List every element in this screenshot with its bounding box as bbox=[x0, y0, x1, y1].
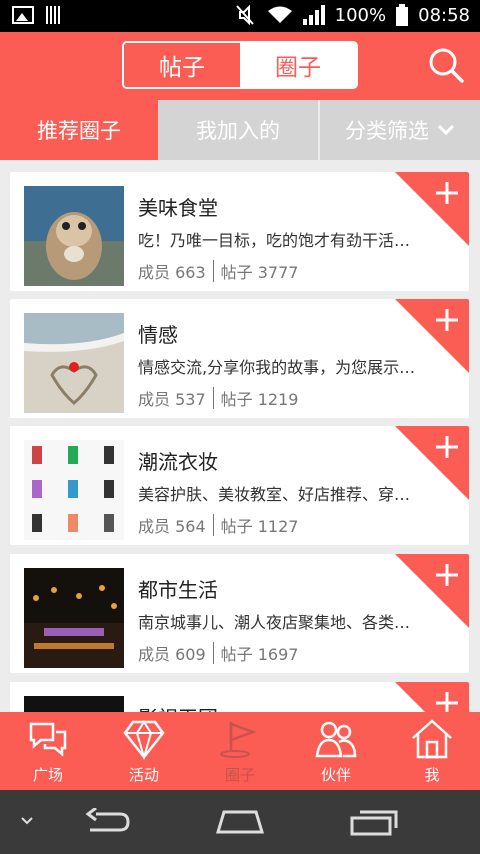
divider bbox=[212, 642, 214, 664]
nav-events-label: 活动 bbox=[128, 766, 159, 784]
join-circle-button[interactable] bbox=[395, 554, 469, 628]
tab-category-filter[interactable]: 分类筛选 bbox=[320, 100, 480, 160]
circle-description: 南京城事儿、潮人夜店聚集地、各类… bbox=[138, 613, 411, 632]
member-count: 成员 537 bbox=[138, 390, 206, 409]
circle-stats: 成员 537 帖子 1219 bbox=[138, 386, 298, 410]
bottom-nav: 广场 活动 圈子 伙伴 我 bbox=[0, 712, 480, 790]
segment-posts[interactable]: 帖子 bbox=[124, 43, 240, 87]
circle-thumbnail bbox=[24, 186, 124, 286]
back-icon[interactable] bbox=[84, 808, 132, 836]
segment-circles[interactable]: 圈子 bbox=[240, 43, 356, 87]
circle-name: 都市生活 bbox=[138, 578, 218, 602]
circle-description: 吃！乃唯一目标，吃的饱才有劲干活… bbox=[138, 231, 411, 250]
circle-stats: 成员 564 帖子 1127 bbox=[138, 513, 298, 537]
divider bbox=[212, 514, 214, 536]
app-header: 帖子 圈子 bbox=[0, 32, 480, 100]
clock: 08:58 bbox=[418, 4, 470, 26]
search-icon[interactable] bbox=[428, 47, 464, 83]
divider bbox=[212, 260, 214, 282]
recent-apps-icon[interactable] bbox=[350, 808, 400, 836]
tab-recommended[interactable]: 推荐圈子 bbox=[0, 100, 158, 160]
post-count: 帖子 3777 bbox=[220, 263, 299, 282]
join-circle-button[interactable] bbox=[395, 426, 469, 500]
battery-percent: 100% bbox=[334, 4, 387, 26]
circle-thumbnail bbox=[24, 313, 124, 413]
system-nav-bar bbox=[0, 790, 480, 854]
circle-thumbnail bbox=[24, 696, 124, 712]
join-circle-button[interactable] bbox=[395, 299, 469, 373]
join-circle-button[interactable] bbox=[395, 682, 469, 712]
list-item[interactable]: 情感 情感交流,分享你我的故事，为您展示… 成员 537 帖子 1219 bbox=[10, 299, 469, 418]
circle-thumbnail bbox=[24, 568, 124, 668]
nav-me-label: 我 bbox=[424, 766, 440, 784]
status-bar: 100% 08:58 bbox=[0, 0, 480, 32]
nav-partners[interactable]: 伙伴 bbox=[288, 712, 384, 790]
tab-category-filter-label: 分类筛选 bbox=[345, 119, 429, 143]
nav-me[interactable]: 我 bbox=[384, 712, 480, 790]
circle-stats: 成员 609 帖子 1697 bbox=[138, 641, 298, 665]
circle-name: 潮流衣妆 bbox=[138, 450, 218, 474]
diamond-icon bbox=[123, 720, 165, 760]
tab-joined[interactable]: 我加入的 bbox=[158, 100, 320, 160]
segment-control: 帖子 圈子 bbox=[122, 41, 358, 89]
people-icon bbox=[315, 721, 357, 758]
nav-partners-label: 伙伴 bbox=[320, 766, 351, 784]
divider bbox=[212, 387, 214, 409]
list-item[interactable]: 都市生活 南京城事儿、潮人夜店聚集地、各类… 成员 609 帖子 1697 bbox=[10, 554, 469, 673]
nav-circles[interactable]: 圈子 bbox=[192, 712, 288, 790]
barcode-notification-icon bbox=[46, 6, 62, 24]
circle-thumbnail bbox=[24, 440, 124, 540]
home-icon[interactable] bbox=[214, 810, 266, 834]
chevron-down-icon[interactable] bbox=[20, 816, 34, 826]
member-count: 成员 564 bbox=[138, 517, 206, 536]
post-count: 帖子 1697 bbox=[220, 645, 299, 664]
circle-stats: 成员 663 帖子 3777 bbox=[138, 259, 298, 283]
signal-icon bbox=[302, 5, 325, 25]
chat-bubbles-icon bbox=[29, 722, 67, 757]
post-count: 帖子 1127 bbox=[220, 517, 299, 536]
post-count: 帖子 1219 bbox=[220, 390, 299, 409]
nav-circles-label: 圈子 bbox=[224, 766, 255, 784]
list-item[interactable]: 美味食堂 吃！乃唯一目标，吃的饱才有劲干活… 成员 663 帖子 3777 bbox=[10, 172, 469, 291]
join-circle-button[interactable] bbox=[395, 172, 469, 246]
mute-icon bbox=[235, 4, 254, 26]
circle-description: 情感交流,分享你我的故事，为您展示… bbox=[138, 358, 416, 377]
circle-name: 情感 bbox=[138, 323, 178, 347]
list-item[interactable]: 影视天团 bbox=[10, 682, 469, 712]
gallery-notification-icon bbox=[12, 6, 34, 24]
member-count: 成员 663 bbox=[138, 263, 206, 282]
list-item[interactable]: 潮流衣妆 美容护肤、美妆教室、好店推荐、穿… 成员 564 帖子 1127 bbox=[10, 426, 469, 545]
nav-events[interactable]: 活动 bbox=[96, 712, 192, 790]
chevron-down-icon bbox=[437, 124, 455, 136]
house-icon bbox=[412, 719, 452, 759]
member-count: 成员 609 bbox=[138, 645, 206, 664]
circle-list: 美味食堂 吃！乃唯一目标，吃的饱才有劲干活… 成员 663 帖子 3777 情感… bbox=[0, 160, 480, 712]
circle-name: 美味食堂 bbox=[138, 196, 218, 220]
filter-tabs: 推荐圈子 我加入的 分类筛选 bbox=[0, 100, 480, 160]
nav-square-label: 广场 bbox=[32, 766, 63, 784]
flag-icon bbox=[220, 722, 257, 758]
battery-icon bbox=[396, 4, 409, 26]
wifi-icon bbox=[267, 6, 292, 23]
nav-square[interactable]: 广场 bbox=[0, 712, 96, 790]
circle-name: 影视天团 bbox=[138, 702, 218, 712]
circle-description: 美容护肤、美妆教室、好店推荐、穿… bbox=[138, 485, 411, 504]
